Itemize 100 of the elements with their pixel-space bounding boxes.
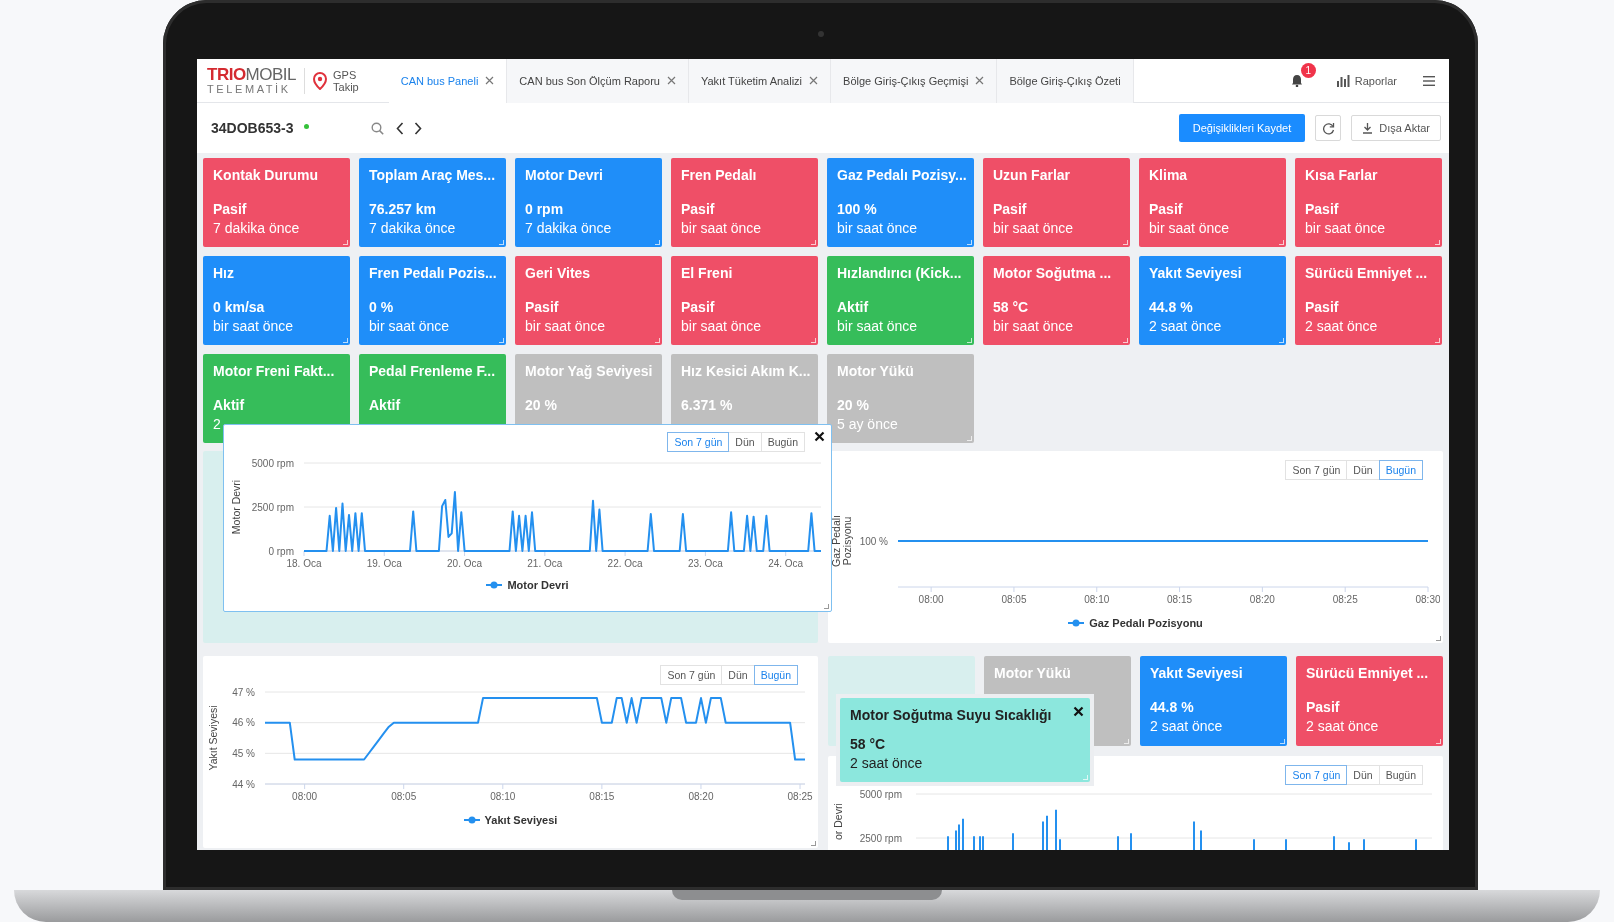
x-tick-label: 23. Oca xyxy=(687,558,723,569)
card-title: El Freni xyxy=(681,265,734,283)
x-tick-label: 08:10 xyxy=(490,791,516,802)
app-name: Takip xyxy=(333,80,359,93)
card-value: Aktif xyxy=(837,298,870,316)
x-tick-label: 08:20 xyxy=(1249,594,1275,605)
card-title: Gaz Pedalı Pozisy... xyxy=(837,167,964,185)
card-title: Geri Vites xyxy=(525,265,592,283)
card-value: 0 km/sa xyxy=(213,298,266,316)
x-tick-label: 08:00 xyxy=(918,594,944,605)
card-value: 44.8 % xyxy=(1149,298,1194,316)
x-tick-label: 24. Oca xyxy=(768,558,804,569)
x-tick-label: 22. Oca xyxy=(607,558,643,569)
x-tick-label: 21. Oca xyxy=(527,558,563,569)
card-title: Kontak Durumu xyxy=(213,167,319,185)
x-tick-label: 08:25 xyxy=(787,791,813,802)
card-time: bir saat önce xyxy=(681,317,763,336)
y-tick-label: 2500 rpm xyxy=(859,832,902,844)
card-value: Pasif xyxy=(681,298,716,316)
y-tick-label: 45 % xyxy=(232,747,255,759)
card-title: Motor Soğutma Suyu Sıcaklığı xyxy=(850,707,1053,725)
card-title: Yakıt Seviyesi xyxy=(1150,665,1244,683)
card-value: 0 rpm xyxy=(525,200,565,218)
card-value: Aktif xyxy=(369,396,402,414)
card-time: 2 saat önce xyxy=(1149,317,1223,336)
card-title: Uzun Farlar xyxy=(993,167,1071,185)
card-time: bir saat önce xyxy=(525,317,607,336)
x-tick-label: 19. Oca xyxy=(366,558,402,569)
card-time: 7 dakika önce xyxy=(525,219,613,238)
x-tick-label: 08:10 xyxy=(1084,594,1110,605)
card-value: Pasif xyxy=(1305,200,1340,218)
y-tick-label: 0 rpm xyxy=(268,545,294,557)
card-time: bir saat önce xyxy=(993,219,1075,238)
card-time: bir saat önce xyxy=(993,317,1075,336)
x-tick-label: 20. Oca xyxy=(447,558,483,569)
x-tick-label: 18. Oca xyxy=(286,558,322,569)
vehicle-id: 34DOB653-3 xyxy=(211,120,294,136)
card-value: Pasif xyxy=(213,200,248,218)
x-tick-label: 08:05 xyxy=(1001,594,1027,605)
card-time: bir saat önce xyxy=(837,219,919,238)
card-value: 76.257 km xyxy=(369,200,437,218)
card-title: Fren Pedalı Pozis... xyxy=(369,265,496,283)
card-title: Fren Pedalı xyxy=(681,167,758,185)
card-title: Hız Kesici Akım K... xyxy=(681,363,808,381)
card-title: Motor Yükü xyxy=(994,665,1072,683)
y-axis-title: or Devri xyxy=(832,803,844,840)
card-value: Pasif xyxy=(681,200,716,218)
y-tick-label: 44 % xyxy=(232,778,255,790)
card-title: Motor Soğutma ... xyxy=(993,265,1113,283)
card-title: Klima xyxy=(1149,167,1189,185)
card-title: Hız xyxy=(213,265,235,283)
logo-subtitle: TELEMATİK xyxy=(207,82,291,96)
card-time: bir saat önce xyxy=(369,317,451,336)
x-tick-label: 08:15 xyxy=(589,791,615,802)
x-tick-label: 08:15 xyxy=(1167,594,1193,605)
card-title: Sürücü Emniyet ... xyxy=(1306,665,1430,683)
x-tick-label: 08:30 xyxy=(1415,594,1440,605)
card-time: 2 xyxy=(213,415,222,434)
card-value: Pasif xyxy=(1305,298,1340,316)
card-time: bir saat önce xyxy=(1305,219,1387,238)
y-axis-title: Motor Devri xyxy=(230,479,242,535)
app-name: GPS xyxy=(333,68,358,81)
card-time: 2 saat önce xyxy=(1305,317,1379,336)
card-value: Pasif xyxy=(1149,200,1184,218)
y-axis-title: Gaz Pedalı Pozisyonu xyxy=(829,515,854,567)
card-title: Motor Devri xyxy=(525,167,604,185)
card-value: 44.8 % xyxy=(1150,698,1195,716)
card-title: Motor Yükü xyxy=(837,363,915,381)
y-tick-label: 2500 rpm xyxy=(251,501,294,513)
card-title: Toplam Araç Mes... xyxy=(369,167,496,185)
card-value: 58 °C xyxy=(993,298,1030,316)
card-value: Pasif xyxy=(525,298,560,316)
card-time: 2 saat önce xyxy=(1150,717,1224,736)
card-value: Pasif xyxy=(1306,698,1341,716)
card-value: 20 % xyxy=(525,396,558,414)
card-value: 6.371 % xyxy=(681,396,734,414)
card-value: Aktif xyxy=(213,396,246,414)
logo-text: TRIOMOBIL xyxy=(207,65,296,83)
card-title: Sürücü Emniyet ... xyxy=(1305,265,1429,283)
card-time: bir saat önce xyxy=(837,317,919,336)
y-tick-label: 5000 rpm xyxy=(859,788,902,800)
card-title: Yakıt Seviyesi xyxy=(1149,265,1243,283)
x-tick-label: 08:20 xyxy=(688,791,714,802)
card-time: bir saat önce xyxy=(681,219,763,238)
card-value: 20 % xyxy=(837,396,870,414)
card-title: Kısa Farlar xyxy=(1305,167,1379,185)
card-time: bir saat önce xyxy=(1149,219,1231,238)
y-tick-label: 46 % xyxy=(232,717,255,729)
card-time: bir saat önce xyxy=(213,317,295,336)
y-tick-label: 100 % xyxy=(859,535,888,547)
card-value: Pasif xyxy=(993,200,1028,218)
legend-label: Motor Devri xyxy=(507,579,569,591)
y-axis-title: Yakıt Seviyesi xyxy=(207,705,219,771)
card-title: Pedal Frenleme F... xyxy=(369,363,496,381)
y-tick-label: 47 % xyxy=(232,686,255,698)
card-value: 100 % xyxy=(837,200,878,218)
card-value: 58 °C xyxy=(850,735,887,753)
card-title: Motor Freni Fakt... xyxy=(213,363,336,381)
x-tick-label: 08:00 xyxy=(292,791,318,802)
card-time: 5 ay önce xyxy=(837,415,899,434)
